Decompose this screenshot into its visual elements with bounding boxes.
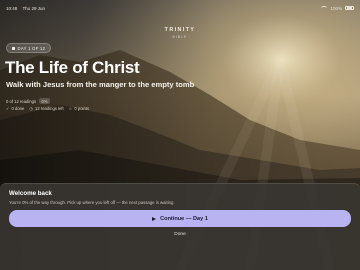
day-pill-label: DAY 1 OF 12 xyxy=(17,45,46,51)
status-bar: 10:48 Thu 29 Jun 100% xyxy=(6,3,354,13)
stat-points: ☆ 0 points xyxy=(69,106,89,111)
plan-subtitle: Walk with Jesus from the manger to the e… xyxy=(6,80,195,89)
continue-label: Continue — Day 1 xyxy=(160,215,208,222)
plan-stats: ✓ 0 done ◷ 12 readings left ☆ 0 points xyxy=(6,106,89,111)
clock-icon: ◷ xyxy=(29,106,33,111)
percent-badge: 0% xyxy=(39,98,51,104)
status-date: Thu 29 Jun xyxy=(22,5,45,11)
play-icon xyxy=(152,216,157,221)
plan-title: The Life of Christ xyxy=(5,58,140,77)
stat-left-label: 12 readings left xyxy=(34,106,64,111)
welcome-title: Welcome back xyxy=(9,190,52,197)
star-icon: ☆ xyxy=(68,106,73,111)
brand-name: TRINITY xyxy=(164,27,196,33)
done-button[interactable]: Done xyxy=(0,232,360,237)
check-icon: ✓ xyxy=(6,106,10,111)
battery-percent: 100% xyxy=(330,5,342,11)
calendar-icon xyxy=(12,46,15,50)
progress-message: You're 0% of the way through. Pick up wh… xyxy=(9,200,175,205)
continue-button[interactable]: Continue — Day 1 xyxy=(9,210,351,227)
battery-icon xyxy=(345,5,354,11)
stat-points-label: 0 points xyxy=(74,106,90,111)
brand-subname: BIBLE xyxy=(172,34,188,39)
day-pill: DAY 1 OF 12 xyxy=(6,43,52,53)
stat-done: ✓ 0 done xyxy=(6,106,24,111)
brand-logo: TRINITY BIBLE xyxy=(0,27,360,39)
readings-count: 0 of 12 readings xyxy=(6,98,37,104)
stat-left: ◷ 12 readings left xyxy=(29,106,63,111)
wifi-icon xyxy=(321,6,328,10)
readings-summary: 0 of 12 readings 0% xyxy=(6,98,51,104)
status-time: 10:48 xyxy=(6,5,18,11)
stat-done-label: 0 done xyxy=(11,106,25,111)
